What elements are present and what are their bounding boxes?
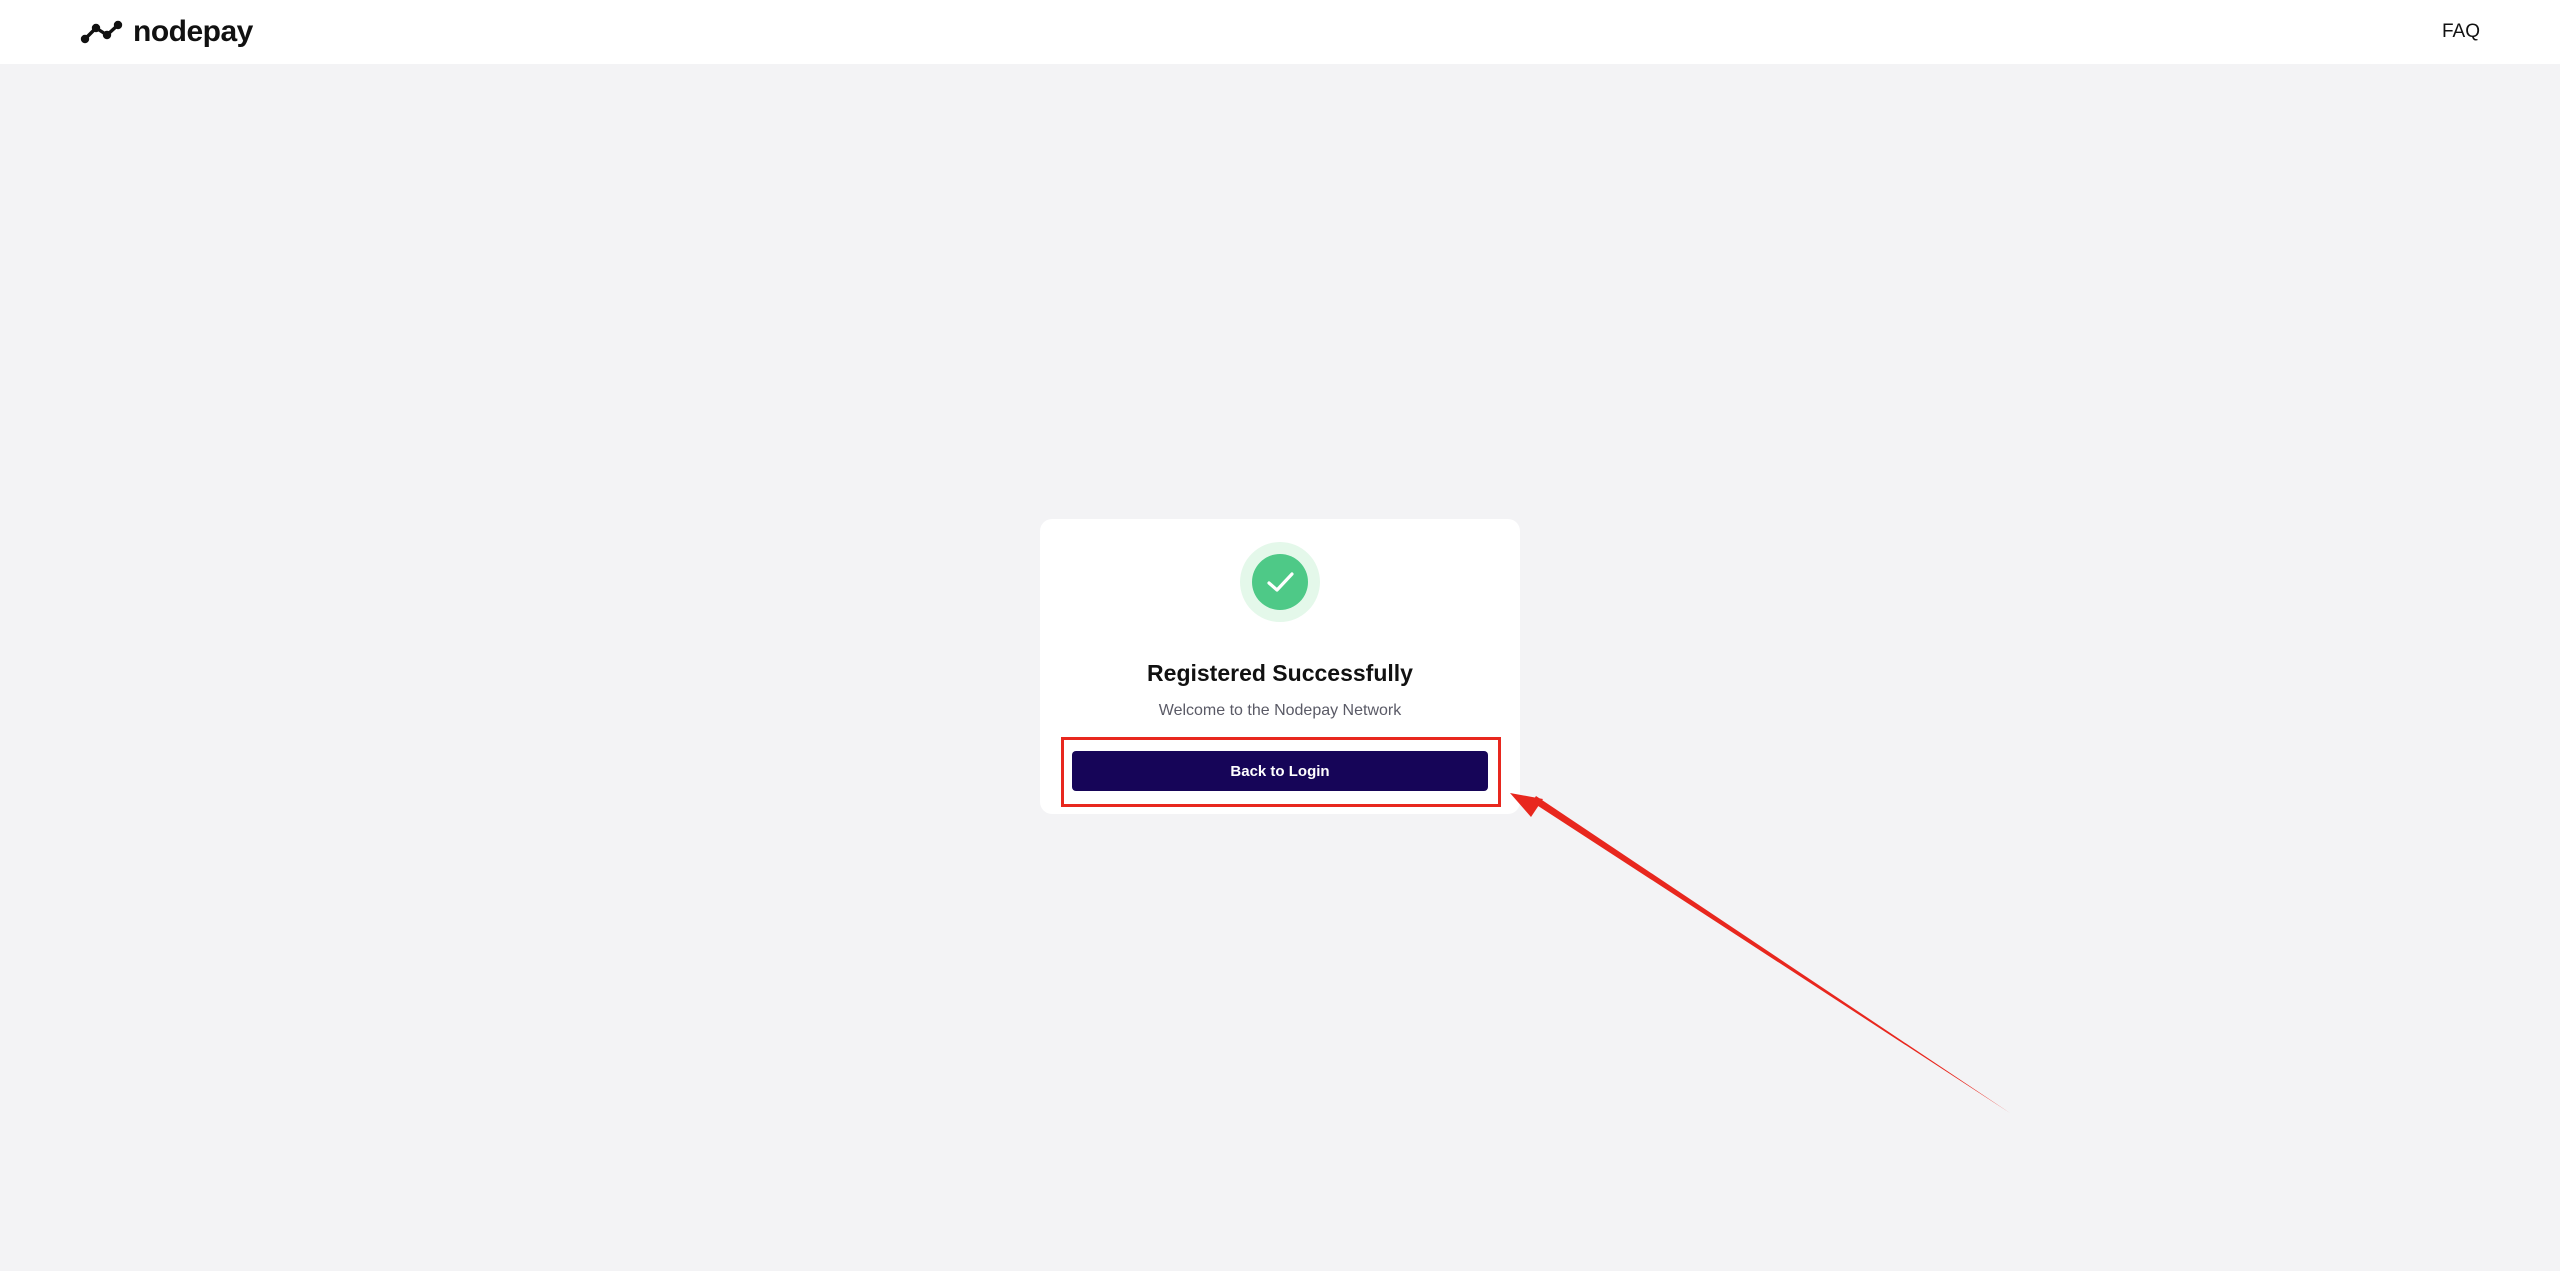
top-navbar: nodepay FAQ xyxy=(0,0,2560,64)
success-circle xyxy=(1252,554,1308,610)
logo-wordmark: nodepay xyxy=(133,15,253,48)
main-content: Registered Successfully Welcome to the N… xyxy=(0,64,2560,1271)
node-graph-icon xyxy=(80,20,124,44)
faq-link[interactable]: FAQ xyxy=(2442,20,2480,44)
nodepay-logo[interactable]: nodepay xyxy=(80,15,253,49)
welcome-subtitle: Welcome to the Nodepay Network xyxy=(1158,702,1402,719)
success-title: Registered Successfully xyxy=(1147,660,1413,686)
checkmark-icon xyxy=(1252,554,1308,610)
back-to-login-button[interactable]: Back to Login xyxy=(1072,751,1488,791)
success-status-badge xyxy=(1240,542,1320,622)
arrow-shaft xyxy=(1532,796,2010,1113)
